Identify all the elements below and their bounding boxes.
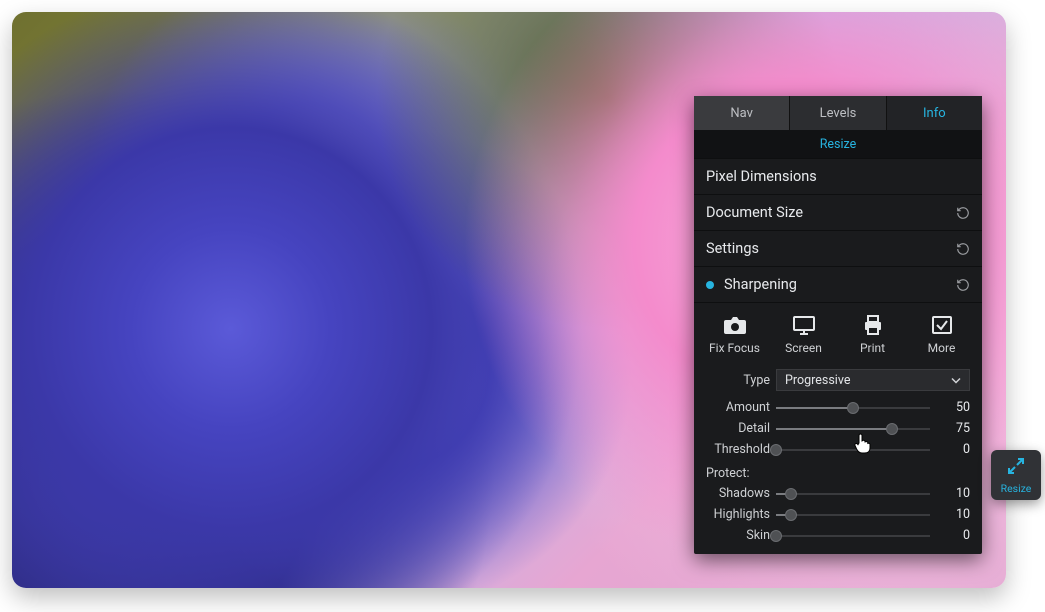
slider-track-shadows[interactable] — [776, 487, 930, 501]
slider-amount: Amount 50 — [694, 397, 982, 418]
slider-track-amount[interactable] — [776, 401, 930, 415]
section-sharpening[interactable]: Sharpening — [694, 266, 982, 302]
preset-label: Print — [860, 341, 885, 355]
type-value: Progressive — [785, 373, 850, 388]
section-settings[interactable]: Settings — [694, 230, 982, 266]
section-label: Settings — [706, 240, 759, 257]
slider-track-detail[interactable] — [776, 422, 930, 436]
section-pixel-dimensions[interactable]: Pixel Dimensions — [694, 158, 982, 194]
slider-track-skin[interactable] — [776, 529, 930, 543]
slider-label: Detail — [706, 421, 770, 436]
slider-thumb[interactable] — [886, 423, 898, 435]
slider-value: 50 — [938, 400, 970, 415]
slider-highlights: Highlights 10 — [694, 504, 982, 525]
type-row: Type Progressive — [694, 365, 982, 397]
preset-label: Fix Focus — [709, 341, 760, 355]
resize-panel: Nav Levels Info Resize Pixel Dimensions … — [694, 96, 982, 554]
panel-tabs: Nav Levels Info — [694, 96, 982, 130]
preset-print[interactable]: Print — [843, 315, 903, 355]
type-select[interactable]: Progressive — [776, 369, 970, 391]
section-label: Pixel Dimensions — [706, 168, 817, 185]
preset-fix-focus[interactable]: Fix Focus — [705, 315, 765, 355]
slider-thumb[interactable] — [770, 530, 782, 542]
slider-detail: Detail 75 — [694, 418, 982, 439]
preset-screen[interactable]: Screen — [774, 315, 834, 355]
preset-more[interactable]: More — [912, 315, 972, 355]
slider-value: 10 — [938, 507, 970, 522]
resize-arrows-icon — [1006, 456, 1026, 479]
preset-label: Screen — [785, 341, 822, 355]
slider-label: Highlights — [706, 507, 770, 522]
tab-nav[interactable]: Nav — [694, 96, 790, 130]
slider-track-threshold[interactable] — [776, 443, 930, 457]
reset-icon[interactable] — [956, 278, 970, 292]
slider-thumb[interactable] — [785, 488, 797, 500]
slider-skin: Skin 0 — [694, 525, 982, 546]
slider-value: 75 — [938, 421, 970, 436]
slider-value: 0 — [938, 528, 970, 543]
monitor-icon — [792, 315, 816, 335]
slider-thumb[interactable] — [770, 444, 782, 456]
protect-label: Protect: — [694, 460, 982, 483]
resize-tool-chip[interactable]: Resize — [991, 450, 1041, 500]
reset-icon[interactable] — [956, 242, 970, 256]
reset-icon[interactable] — [956, 206, 970, 220]
printer-icon — [861, 315, 885, 335]
tab-info[interactable]: Info — [887, 96, 982, 130]
slider-value: 10 — [938, 486, 970, 501]
panel-title: Resize — [694, 130, 982, 158]
slider-track-highlights[interactable] — [776, 508, 930, 522]
slider-shadows: Shadows 10 — [694, 483, 982, 504]
section-label: Sharpening — [724, 276, 797, 293]
slider-label: Shadows — [706, 486, 770, 501]
section-label: Document Size — [706, 204, 803, 221]
chevron-down-icon — [951, 373, 961, 388]
slider-thumb[interactable] — [785, 509, 797, 521]
type-label: Type — [706, 373, 770, 388]
slider-label: Amount — [706, 400, 770, 415]
preset-label: More — [928, 341, 956, 355]
sharpen-presets: Fix Focus Screen Print More — [694, 302, 982, 365]
slider-threshold: Threshold 0 — [694, 439, 982, 460]
camera-icon — [723, 315, 747, 335]
tab-levels[interactable]: Levels — [790, 96, 886, 130]
slider-value: 0 — [938, 442, 970, 457]
slider-label: Skin — [706, 528, 770, 543]
active-section-dot — [706, 281, 714, 289]
check-box-icon — [931, 315, 953, 335]
resize-chip-label: Resize — [1001, 482, 1032, 495]
section-document-size[interactable]: Document Size — [694, 194, 982, 230]
slider-thumb[interactable] — [847, 402, 859, 414]
slider-label: Threshold — [706, 442, 770, 457]
